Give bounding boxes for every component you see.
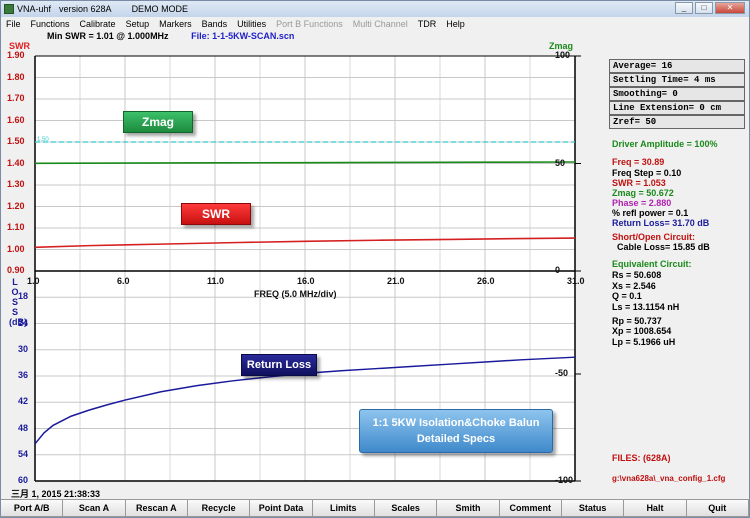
swr-tick-label: 1.60 bbox=[7, 114, 25, 125]
x-tick-label: 6.0 bbox=[117, 276, 130, 286]
swr-tick-label: 1.70 bbox=[7, 93, 25, 103]
loss-axis-label: L O S S (dB) bbox=[9, 277, 27, 327]
balun-callout: 1:1 5KW Isolation&Choke Balun Detailed S… bbox=[359, 409, 553, 453]
loss-tick-label: 48 bbox=[18, 422, 29, 433]
right-tick-label: -50 bbox=[555, 368, 569, 378]
balun-callout-line1: 1:1 5KW Isolation&Choke Balun bbox=[372, 417, 540, 429]
swr-tick-label: 1.20 bbox=[7, 200, 25, 211]
quit-button[interactable]: Quit bbox=[686, 499, 749, 517]
rp-readout: Rp = 50.737 bbox=[612, 316, 662, 326]
x-tick-label: 16.0 bbox=[297, 276, 315, 286]
freq-step-readout: Freq Step = 0.10 bbox=[612, 168, 682, 178]
smoothing-setting[interactable]: Smoothing= 0 bbox=[609, 87, 745, 101]
loss-tick-label: 42 bbox=[18, 396, 29, 407]
right-tick-label: 0 bbox=[555, 265, 561, 275]
ls-readout: Ls = 13.1154 nH bbox=[612, 302, 680, 312]
balun-callout-line2: Detailed Specs bbox=[416, 433, 496, 445]
loss-tick-label: 30 bbox=[18, 343, 29, 354]
zmag-readout: Zmag = 50.672 bbox=[612, 188, 674, 198]
zref-setting[interactable]: Zref= 50 bbox=[609, 115, 745, 129]
zmag-callout: Zmag bbox=[123, 111, 193, 133]
app-window: VNA-uhf version 628A DEMO MODE _ □ ✕ Fil… bbox=[0, 0, 750, 518]
x-tick-label: 11.0 bbox=[207, 276, 225, 286]
swr-tick-label: 1.50 bbox=[7, 136, 25, 146]
xs-readout: Xs = 2.546 bbox=[612, 281, 656, 291]
right-tick-label: 50 bbox=[555, 157, 566, 168]
freq-readout: Freq = 30.89 bbox=[612, 157, 665, 167]
swr-tick-label: 1.80 bbox=[7, 71, 25, 82]
equivalent-circuit-heading: Equivalent Circuit: bbox=[612, 259, 692, 269]
swr-tick-label: 1.90 bbox=[7, 50, 25, 60]
phase-readout: Phase = 2.880 bbox=[612, 198, 672, 208]
rs-readout: Rs = 50.608 bbox=[612, 270, 662, 280]
reference-line-label: 1.50 bbox=[37, 137, 49, 143]
driver-amplitude: Driver Amplitude = 100% bbox=[612, 139, 718, 149]
x-tick-label: 1.0 bbox=[27, 276, 40, 286]
config-path: g:\vna628a\_vna_config_1.cfg bbox=[612, 474, 726, 483]
return-loss-callout: Return Loss bbox=[241, 354, 317, 376]
scan-a-button[interactable]: Scan A bbox=[63, 499, 126, 517]
short-open-heading: Short/Open Circuit: bbox=[612, 232, 695, 242]
cable-loss-readout: Cable Loss= 15.85 dB bbox=[617, 242, 710, 252]
limits-button[interactable]: Limits bbox=[312, 499, 375, 517]
swr-tick-label: 0.90 bbox=[7, 265, 25, 275]
halt-button[interactable]: Halt bbox=[624, 499, 687, 517]
loss-tick-label: 54 bbox=[18, 448, 29, 459]
swr-tick-label: 1.10 bbox=[7, 222, 25, 232]
rescan-a-button[interactable]: Rescan A bbox=[125, 499, 188, 517]
x-tick-label: 31.0 bbox=[567, 276, 585, 286]
q-readout: Q = 0.1 bbox=[612, 291, 642, 301]
scales-button[interactable]: Scales bbox=[374, 499, 438, 517]
swr-tick-label: 1.00 bbox=[7, 243, 25, 254]
files-label: FILES: (628A) bbox=[612, 453, 671, 463]
x-tick-label: 26.0 bbox=[477, 276, 495, 286]
settling-time-setting[interactable]: Settling Time= 4 ms bbox=[609, 73, 745, 87]
average-setting[interactable]: Average= 16 bbox=[609, 59, 745, 73]
right-tick-label: 100 bbox=[555, 50, 571, 60]
right-tick-label: -100 bbox=[555, 475, 574, 485]
bottom-toolbar: Port A/B Scan A Rescan A Recycle Point D… bbox=[1, 499, 749, 517]
refl-power-readout: % refl power = 0.1 bbox=[612, 208, 689, 218]
swr-readout: SWR = 1.053 bbox=[612, 178, 666, 188]
xp-readout: Xp = 1008.654 bbox=[612, 326, 672, 336]
swr-tick-label: 1.40 bbox=[7, 157, 25, 168]
status-button[interactable]: Status bbox=[561, 499, 625, 517]
recycle-button[interactable]: Recycle bbox=[187, 499, 251, 517]
swr-callout: SWR bbox=[181, 203, 251, 225]
loss-tick-label: 60 bbox=[18, 475, 29, 485]
comment-button[interactable]: Comment bbox=[499, 499, 562, 517]
x-axis-label: FREQ (5.0 MHz/div) bbox=[254, 289, 337, 299]
loss-tick-label: 36 bbox=[18, 370, 29, 380]
lp-readout: Lp = 5.1966 uH bbox=[612, 337, 676, 347]
smith-button[interactable]: Smith bbox=[437, 499, 500, 517]
return-loss-readout: Return Loss= 31.70 dB bbox=[612, 218, 710, 228]
settings-panel: Average= 16 Settling Time= 4 ms Smoothin… bbox=[609, 59, 745, 129]
port-ab-button[interactable]: Port A/B bbox=[1, 499, 64, 517]
line-extension-setting[interactable]: Line Extension= 0 cm bbox=[609, 101, 745, 115]
x-tick-label: 21.0 bbox=[387, 276, 405, 286]
swr-tick-label: 1.30 bbox=[7, 179, 25, 189]
point-data-button[interactable]: Point Data bbox=[250, 499, 313, 517]
